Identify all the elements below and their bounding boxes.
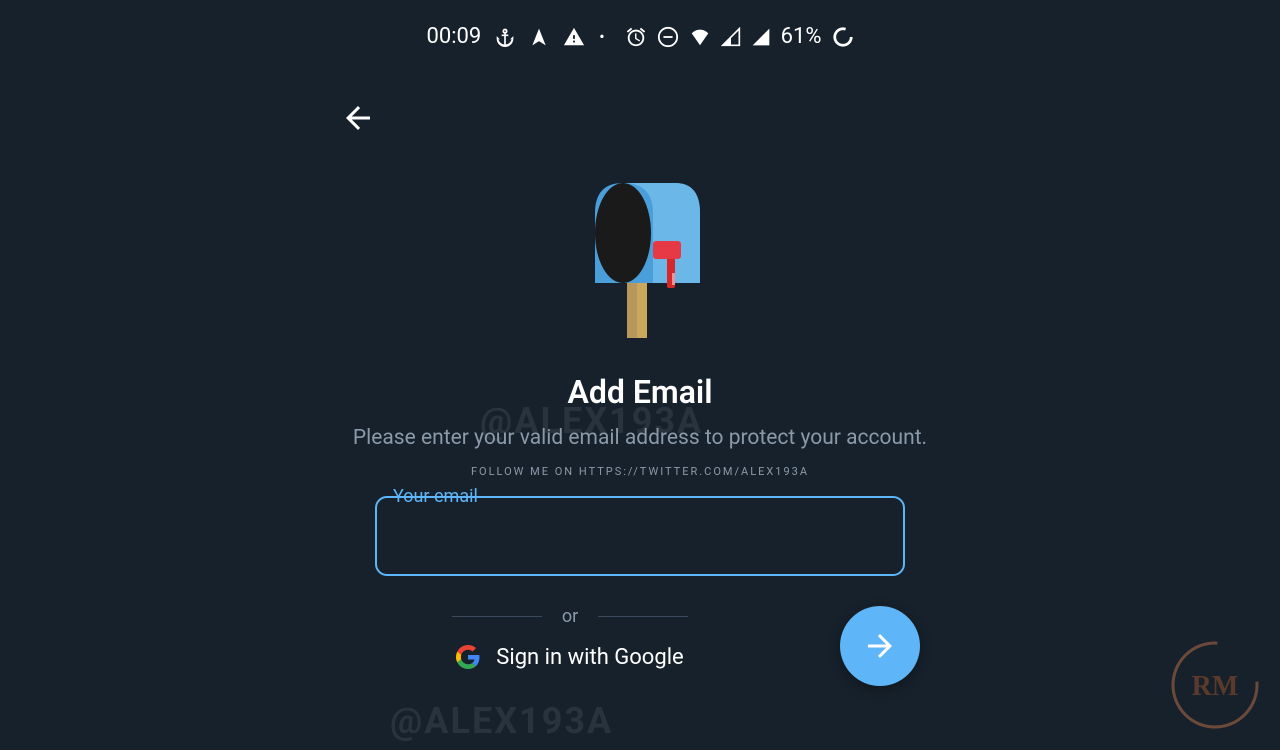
back-button[interactable] [340, 100, 376, 140]
google-icon [456, 645, 480, 669]
watermark-background: @ALEX193A [390, 700, 613, 742]
arrow-right-icon [862, 628, 898, 664]
continue-button[interactable] [840, 606, 920, 686]
email-input-container: Your email [375, 496, 905, 576]
dot-icon: • [599, 27, 604, 46]
status-bar: 00:09 • 61% [0, 0, 1280, 73]
mailbox-icon [565, 173, 715, 353]
watermark-text: FOLLOW ME ON HTTPS://TWITTER.COM/ALEX193… [471, 465, 809, 478]
page-title: Add Email [568, 373, 713, 411]
page-subtitle: Please enter your valid email address to… [353, 423, 927, 455]
loading-icon [832, 26, 854, 48]
navigation-icon [529, 27, 549, 47]
google-button-label: Sign in with Google [496, 645, 683, 670]
alarm-icon [625, 26, 647, 48]
battery-percent: 61% [781, 24, 822, 49]
email-field[interactable] [375, 496, 905, 576]
signal-icon-2 [751, 27, 771, 47]
wifi-icon [689, 26, 711, 48]
svg-text:RM: RM [1192, 671, 1239, 702]
anchor-icon [495, 27, 515, 47]
rm-badge: RM [1170, 640, 1260, 730]
warning-icon [563, 26, 585, 48]
signal-icon-1 [721, 27, 741, 47]
dnd-icon [657, 26, 679, 48]
email-input-label: Your email [389, 486, 482, 507]
or-divider: or [452, 606, 688, 627]
google-signin-button[interactable]: Sign in with Google [456, 645, 683, 670]
divider-text: or [562, 606, 578, 627]
status-time: 00:09 [426, 24, 481, 49]
